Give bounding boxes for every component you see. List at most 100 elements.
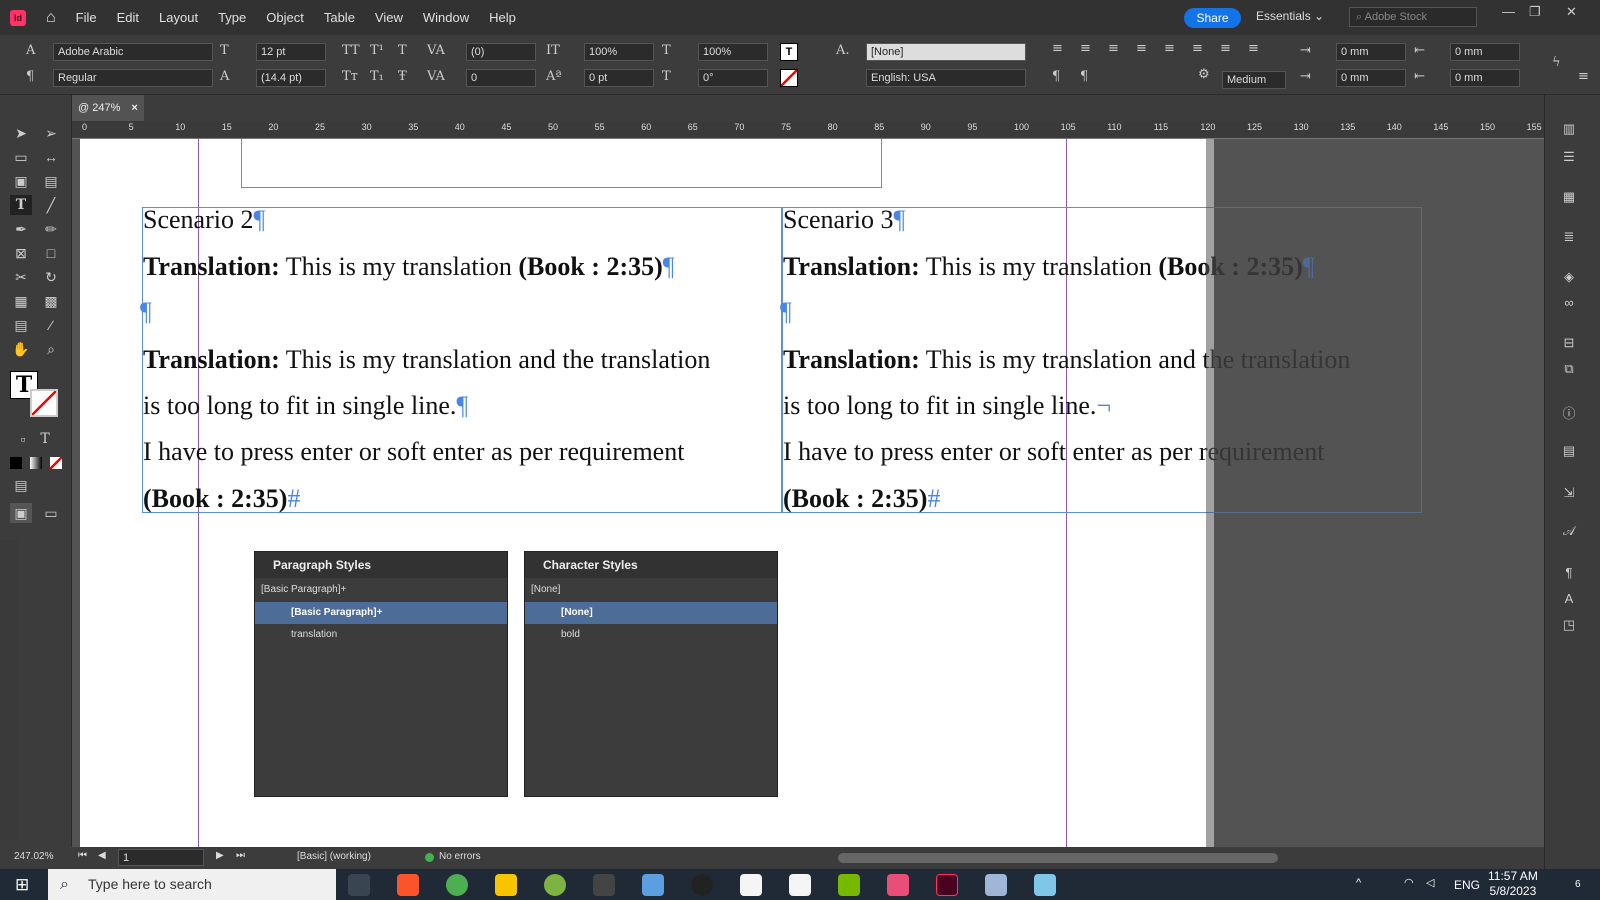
- align-center-icon[interactable]: ≡: [1080, 41, 1091, 56]
- selection-tool-icon[interactable]: ➤: [10, 123, 32, 143]
- align-right-icon[interactable]: ≡: [1108, 41, 1119, 56]
- first-line-indent-field[interactable]: 0 mm: [1336, 69, 1406, 87]
- adobe-stock-search[interactable]: ⌕ Adobe Stock: [1349, 7, 1477, 27]
- character-style-item[interactable]: [None]: [525, 602, 777, 624]
- gradient-tool-icon[interactable]: ▦: [10, 291, 32, 311]
- apply-color-icon[interactable]: [10, 457, 22, 469]
- gradient-feather-icon[interactable]: ▩: [40, 291, 62, 311]
- menu-object[interactable]: Object: [266, 10, 304, 25]
- gap-tool-icon[interactable]: ↔: [40, 147, 62, 167]
- first-page-icon[interactable]: ⏮: [78, 850, 87, 861]
- paragraph-mode-icon[interactable]: ¶: [26, 69, 34, 84]
- line-tool-icon[interactable]: ╱: [40, 195, 62, 215]
- fontlab-icon[interactable]: [691, 874, 713, 896]
- taskbar-search[interactable]: ⌕ Type here to search: [48, 869, 336, 900]
- clock[interactable]: 11:57 AM 5/8/2023: [1488, 869, 1538, 899]
- menu-window[interactable]: Window: [423, 10, 469, 25]
- direct-selection-tool-icon[interactable]: ➢: [40, 123, 62, 143]
- note-tool-icon[interactable]: ▤: [10, 315, 32, 335]
- properties-icon[interactable]: ☰: [1559, 149, 1579, 165]
- green-app-icon[interactable]: [544, 874, 566, 896]
- paragraph-styles-title[interactable]: Paragraph Styles: [255, 552, 507, 578]
- justify-center-icon[interactable]: ≡: [1164, 41, 1175, 56]
- page-tool-icon[interactable]: ▭: [10, 147, 32, 167]
- skew-field[interactable]: 0°: [698, 69, 768, 87]
- creative-cloud-icon[interactable]: [887, 874, 909, 896]
- superscript-icon[interactable]: T¹: [370, 43, 384, 58]
- last-page-icon[interactable]: ⏭: [236, 850, 245, 861]
- formatting-text-icon[interactable]: T: [34, 429, 56, 449]
- menu-file[interactable]: File: [76, 10, 97, 25]
- menu-edit[interactable]: Edit: [117, 10, 139, 25]
- formatting-container-icon[interactable]: ▫: [12, 429, 34, 449]
- zoom-tool-icon[interactable]: ⌕: [40, 339, 62, 359]
- control-menu-icon[interactable]: ≡: [1578, 69, 1589, 84]
- cc-libraries-icon[interactable]: ▦: [1559, 189, 1579, 205]
- empty-text-frame[interactable]: [241, 139, 882, 188]
- all-caps-icon[interactable]: TT: [342, 43, 360, 58]
- rectangle-frame-tool-icon[interactable]: ⊠: [10, 243, 32, 263]
- space-before-field[interactable]: 0 mm: [1450, 43, 1520, 61]
- space-after-field[interactable]: 0 mm: [1450, 69, 1520, 87]
- wifi-icon[interactable]: ◠: [1404, 876, 1414, 889]
- ltr-direction-icon[interactable]: ¶: [1052, 69, 1060, 84]
- hand-tool-icon[interactable]: ✋: [10, 339, 32, 359]
- character-styles-icon[interactable]: A: [1559, 591, 1579, 607]
- paragraph-styles-icon[interactable]: ¶: [1559, 565, 1579, 581]
- apply-none-icon[interactable]: [50, 457, 62, 469]
- next-page-icon[interactable]: ▶: [216, 850, 224, 861]
- character-mode-icon[interactable]: A: [26, 43, 35, 58]
- task-view-icon[interactable]: [348, 874, 370, 896]
- home-icon[interactable]: ⌂: [46, 9, 56, 27]
- indesign-taskbar-icon[interactable]: [936, 874, 958, 896]
- preflight-profile[interactable]: [Basic] (working): [297, 851, 371, 862]
- document-tab[interactable]: @ 247% ×: [72, 95, 144, 121]
- volume-icon[interactable]: ◁: [1426, 876, 1434, 889]
- start-icon[interactable]: ⊞: [15, 875, 29, 895]
- rtl-direction-icon[interactable]: ¶: [1080, 69, 1088, 84]
- align-icon[interactable]: ⊟: [1559, 335, 1579, 351]
- apply-gradient-icon[interactable]: [30, 457, 42, 469]
- justify-right-icon[interactable]: ≡: [1220, 41, 1231, 56]
- small-caps-icon[interactable]: Tт: [342, 69, 358, 84]
- horizontal-scrollbar[interactable]: [838, 853, 1278, 863]
- align-spine-icon[interactable]: ≡: [1248, 41, 1259, 56]
- type-tool-icon[interactable]: T: [10, 195, 32, 215]
- content-collector-icon[interactable]: ▣: [10, 171, 32, 191]
- language-field[interactable]: English: USA: [866, 69, 1026, 87]
- arabic-app-2-icon[interactable]: [789, 874, 811, 896]
- strikethrough-icon[interactable]: Ŧ: [398, 69, 407, 84]
- horizontal-scale-field[interactable]: 100%: [698, 43, 768, 61]
- justify-all-icon[interactable]: ≡: [1192, 41, 1203, 56]
- workspace-switcher[interactable]: Essentials ⌄: [1256, 9, 1324, 23]
- app-icon[interactable]: [1034, 874, 1056, 896]
- document-canvas[interactable]: Scenario 2¶ Translation: This is my tran…: [72, 139, 1544, 847]
- object-styles-icon[interactable]: ◳: [1559, 617, 1579, 633]
- hyphenation-field[interactable]: Medium: [1222, 71, 1286, 89]
- close-tab-icon[interactable]: ×: [131, 102, 137, 114]
- arabic-app-icon[interactable]: [740, 874, 762, 896]
- character-style-field[interactable]: [None]: [866, 43, 1026, 61]
- pen-tool-icon[interactable]: ✒: [10, 219, 32, 239]
- font-family-field[interactable]: Adobe Arabic: [53, 43, 213, 61]
- inkscape-icon[interactable]: [593, 874, 615, 896]
- paint-icon[interactable]: [985, 874, 1007, 896]
- input-language[interactable]: ENG: [1454, 878, 1480, 892]
- links-icon[interactable]: ∞: [1559, 295, 1579, 311]
- font-size-field[interactable]: 12 pt: [256, 43, 326, 61]
- stroke-box-icon[interactable]: [30, 389, 58, 417]
- character-style-item[interactable]: bold: [525, 624, 777, 646]
- fill-stroke-swatches[interactable]: T: [10, 371, 60, 417]
- info-icon[interactable]: ⓘ: [1559, 403, 1579, 421]
- share-button[interactable]: Share: [1184, 8, 1241, 28]
- menu-view[interactable]: View: [375, 10, 403, 25]
- leading-field[interactable]: (14.4 pt): [256, 69, 326, 87]
- prev-page-icon[interactable]: ◀: [98, 850, 106, 861]
- notification-count[interactable]: 6: [1575, 879, 1581, 890]
- pencil-tool-icon[interactable]: ✏: [40, 219, 62, 239]
- preview-mode-icon[interactable]: ▭: [40, 503, 62, 523]
- dictionary-icon[interactable]: [642, 874, 664, 896]
- layers-icon[interactable]: ≣: [1559, 229, 1579, 245]
- brave-icon[interactable]: [397, 874, 419, 896]
- font-style-field[interactable]: Regular: [53, 69, 213, 87]
